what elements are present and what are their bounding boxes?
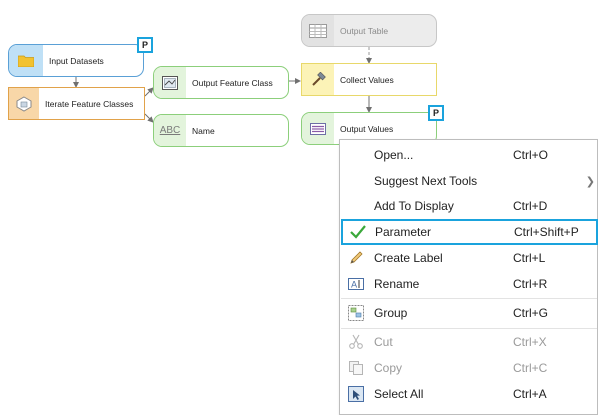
node-input-datasets[interactable]: Input Datasets <box>8 44 144 77</box>
menu-item-shortcut: Ctrl+C <box>513 361 548 375</box>
pencil-label-icon <box>348 250 364 266</box>
hammer-tool-icon <box>302 64 334 95</box>
menu-item-shortcut: Ctrl+A <box>513 387 547 401</box>
menu-item-label: Copy <box>374 361 403 375</box>
menu-item-label: Select All <box>374 387 424 401</box>
select-all-icon <box>348 386 364 402</box>
menu-item-label: Create Label <box>374 251 443 265</box>
chevron-right-icon: ❯ <box>585 175 595 188</box>
menu-item-shortcut: Ctrl+R <box>513 277 548 291</box>
node-label: Output Table <box>340 25 389 36</box>
menu-item-copy[interactable]: Copy Ctrl+C <box>340 355 598 381</box>
menu-item-group[interactable]: Group Ctrl+G <box>340 300 598 326</box>
menu-item-shortcut: Ctrl+G <box>513 306 549 320</box>
iterator-icon <box>9 88 39 119</box>
node-name[interactable]: ABC Name <box>153 114 289 147</box>
menu-item-suggest-next-tools[interactable]: Suggest Next Tools ❯ <box>340 168 598 194</box>
string-variable-icon: ABC <box>154 115 186 146</box>
context-menu: Open... Ctrl+O Suggest Next Tools ❯ Add … <box>339 139 598 415</box>
node-label: Iterate Feature Classes <box>45 98 134 109</box>
menu-item-open[interactable]: Open... Ctrl+O <box>340 142 598 168</box>
menu-item-select-all[interactable]: Select All Ctrl+A <box>340 381 598 407</box>
group-icon <box>348 305 364 321</box>
rename-icon: A <box>348 276 364 292</box>
menu-item-label: Parameter <box>375 225 432 239</box>
feature-class-icon <box>154 67 186 98</box>
node-collect-values[interactable]: Collect Values <box>301 63 437 96</box>
menu-item-rename[interactable]: A Rename Ctrl+R <box>340 271 598 297</box>
menu-separator <box>341 298 597 299</box>
svg-text:A: A <box>351 281 358 291</box>
menu-item-label: Group <box>374 306 408 320</box>
scissors-icon <box>348 334 364 350</box>
menu-item-label: Suggest Next Tools <box>374 174 478 188</box>
node-output-feature-class[interactable]: Output Feature Class <box>153 66 289 99</box>
menu-item-label: Open... <box>374 148 414 162</box>
checkmark-icon <box>350 224 366 240</box>
copy-icon <box>348 360 364 376</box>
node-label: Output Feature Class <box>192 77 273 88</box>
node-label: Collect Values <box>340 74 394 85</box>
multivalue-icon <box>302 113 334 144</box>
menu-item-cut[interactable]: Cut Ctrl+X <box>340 329 598 355</box>
table-icon <box>302 15 334 46</box>
menu-item-parameter[interactable]: Parameter Ctrl+Shift+P <box>341 219 598 245</box>
menu-item-shortcut: Ctrl+O <box>513 148 549 162</box>
menu-item-shortcut: Ctrl+Shift+P <box>514 225 579 239</box>
folder-icon <box>9 45 43 76</box>
menu-item-label: Add To Display <box>374 199 454 213</box>
menu-item-shortcut: Ctrl+D <box>513 199 548 213</box>
node-label: Input Datasets <box>49 55 104 66</box>
node-output-table[interactable]: Output Table <box>301 14 437 47</box>
parameter-marker-output: P <box>428 105 444 121</box>
menu-item-create-label[interactable]: Create Label Ctrl+L <box>340 245 598 271</box>
menu-item-add-to-display[interactable]: Add To Display Ctrl+D <box>340 193 598 219</box>
abc-icon-text: ABC <box>159 125 181 136</box>
menu-item-label: Cut <box>374 335 393 349</box>
menu-item-label: Rename <box>374 277 420 291</box>
menu-item-shortcut: Ctrl+X <box>513 335 547 349</box>
node-iterate-feature-classes[interactable]: Iterate Feature Classes <box>8 87 145 120</box>
node-label: Name <box>192 125 215 136</box>
menu-item-shortcut: Ctrl+L <box>513 251 546 265</box>
connector-iterate-to-ofc <box>144 87 154 97</box>
parameter-marker-input: P <box>137 37 153 53</box>
node-label: Output Values <box>340 123 394 134</box>
connector-iterate-to-name <box>144 113 154 123</box>
